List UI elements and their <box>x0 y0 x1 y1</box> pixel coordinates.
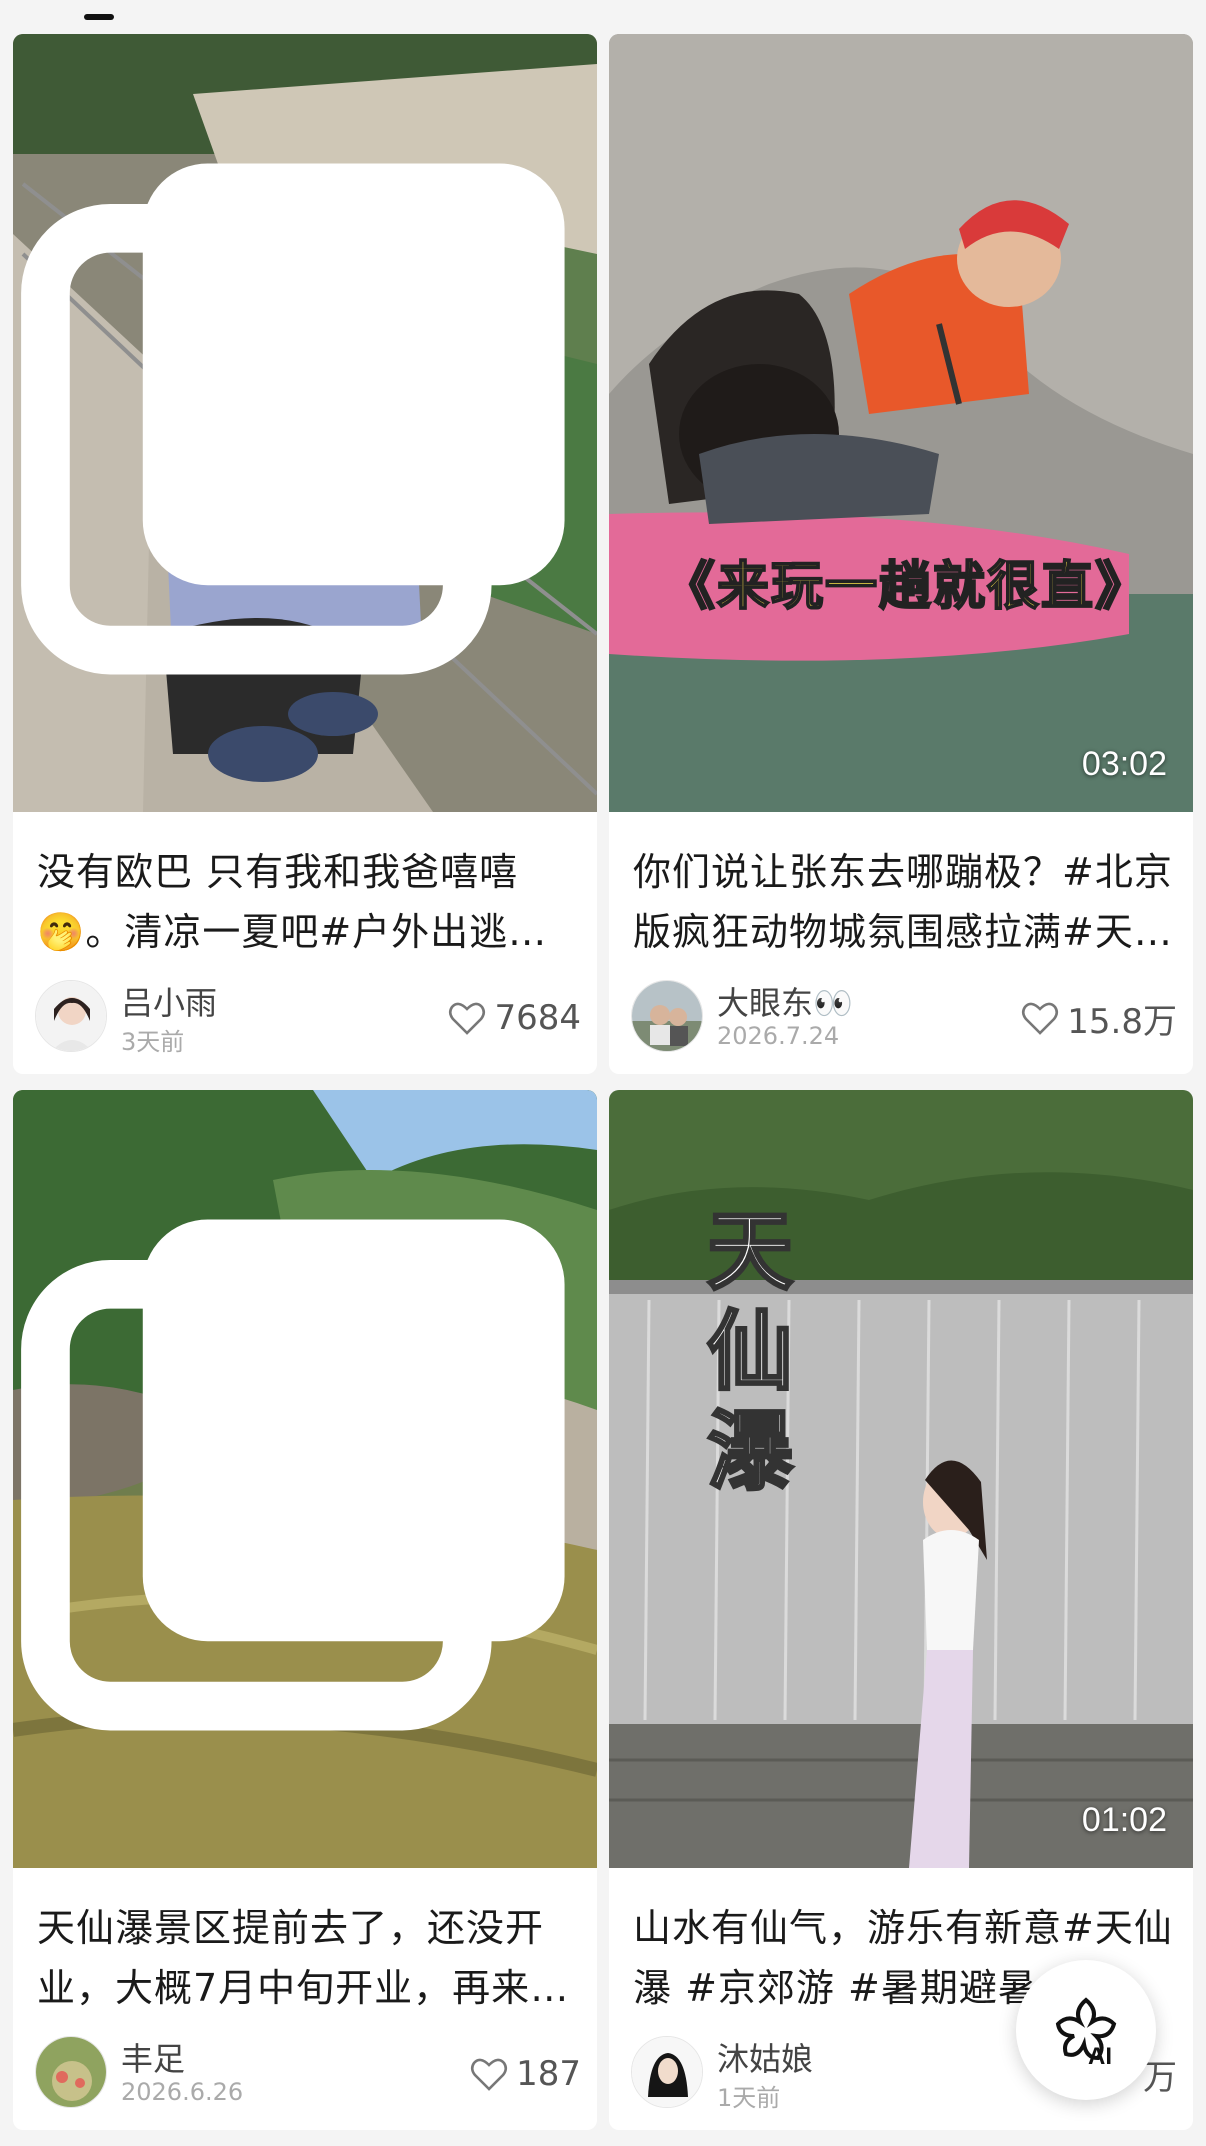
video-duration: 01:02 <box>1081 1801 1167 1839</box>
ai-assistant-button[interactable]: AI <box>1016 1960 1156 2100</box>
video-duration: 03:02 <box>1081 745 1167 783</box>
like-count: 187 <box>516 2054 581 2094</box>
feed-card[interactable]: 《来玩一趟就很直》 03:02 你们说让张东去哪蹦极？#北京版疯狂动物城氛围感拉… <box>609 34 1193 1074</box>
avatar[interactable] <box>631 980 703 1052</box>
ai-flower-icon: AI <box>1055 1997 1117 2070</box>
like-count: 7684 <box>494 998 581 1038</box>
card-title[interactable]: 没有欧巴 只有我和我爸嘻嘻🤭。清凉一夏吧#户外出逃#北京周边游 <box>37 842 577 962</box>
author-name[interactable]: 丰足 <box>121 2034 185 2080</box>
card-title[interactable]: 你们说让张东去哪蹦极？#北京版疯狂动物城氛围感拉满#天仙瀑 <box>633 842 1173 962</box>
multi-image-icon <box>21 1219 565 1731</box>
card-cover-image[interactable] <box>13 1090 597 1868</box>
post-date: 2026.7.24 <box>717 1022 840 1050</box>
author-name[interactable]: 沐姑娘 <box>717 2034 813 2080</box>
heart-icon <box>471 2058 508 2091</box>
card-cover-video[interactable]: 《来玩一趟就很直》 03:02 <box>609 34 1193 812</box>
card-title[interactable]: 天仙瀑景区提前去了，还没开业，大概7月中旬开业，再来一次 <box>37 1898 577 2018</box>
avatar[interactable] <box>631 2036 703 2108</box>
feed-card[interactable]: 没有欧巴 只有我和我爸嘻嘻🤭。清凉一夏吧#户外出逃#北京周边游 吕小雨 3天前 … <box>13 34 597 1074</box>
video-overlay-caption: 天仙瀑 <box>706 1201 795 1504</box>
author-name[interactable]: 大眼东👀 <box>717 978 853 1024</box>
card-cover-image[interactable] <box>13 34 597 812</box>
like-count: 15.8万 <box>1067 1001 1177 1042</box>
feed-grid: 没有欧巴 只有我和我爸嘻嘻🤭。清凉一夏吧#户外出逃#北京周边游 吕小雨 3天前 … <box>0 0 1206 2146</box>
author-row[interactable]: 吕小雨 3天前 7684 <box>35 978 581 1056</box>
like-button[interactable]: 187 <box>470 2052 581 2096</box>
ai-label: AI <box>1088 2043 1112 2070</box>
author-row[interactable]: 大眼东👀 2026.7.24 15.8万 <box>631 978 1177 1054</box>
post-date: 1天前 <box>717 2084 781 2112</box>
waterfall-photo <box>609 1090 1193 1868</box>
post-date: 2026.6.26 <box>121 2078 244 2106</box>
avatar[interactable] <box>35 2036 107 2108</box>
heart-icon <box>1022 1002 1059 1035</box>
rafting-photo <box>609 34 1193 812</box>
like-button[interactable]: 7684 <box>448 996 581 1040</box>
card-cover-video[interactable]: 天仙瀑 01:02 <box>609 1090 1193 1868</box>
multi-image-icon <box>21 163 565 675</box>
heart-icon <box>449 1002 486 1035</box>
avatar[interactable] <box>35 980 107 1052</box>
like-button[interactable]: 15.8万 <box>1021 996 1177 1042</box>
post-date: 3天前 <box>121 1028 185 1056</box>
author-row[interactable]: 丰足 2026.6.26 187 <box>35 2034 581 2110</box>
feed-card[interactable]: 天仙瀑景区提前去了，还没开业，大概7月中旬开业，再来一次 丰足 2026.6.2… <box>13 1090 597 2130</box>
video-overlay-caption: 《来玩一趟就很直》 <box>662 556 1150 618</box>
author-name[interactable]: 吕小雨 <box>121 978 217 1024</box>
